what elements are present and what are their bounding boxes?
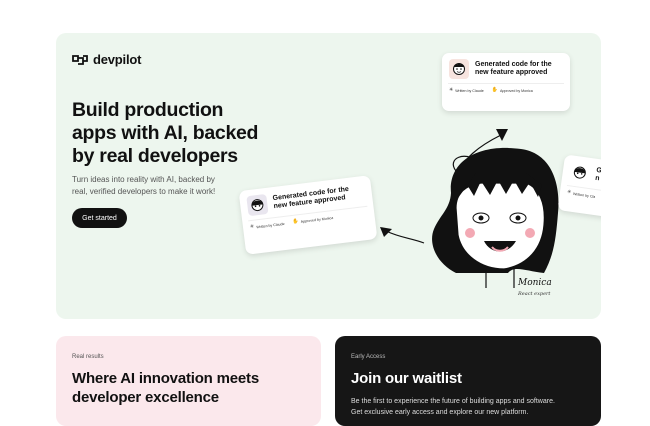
results-eyebrow: Real results	[72, 354, 104, 360]
waitlist-panel: Early Access Join our waitlist Be the fi…	[335, 336, 601, 426]
waitlist-heading: Join our waitlist	[351, 369, 462, 388]
avatar	[246, 193, 269, 217]
card-header: Generated code for the new feature appro…	[442, 53, 570, 83]
illustration-role: React expert	[518, 291, 551, 297]
hand-icon: ✋	[292, 218, 299, 225]
hero-section: devpilot Build production apps with AI, …	[56, 33, 601, 319]
sparkle-icon: ✳	[249, 223, 255, 231]
approval-card: G n ✳ Written by Cla	[557, 154, 601, 220]
illustration-signature: Monica	[518, 278, 552, 288]
face-icon	[453, 63, 465, 75]
approved-by: ✋ Approved by Monica	[292, 215, 334, 225]
results-heading-line: developer excellence	[72, 389, 219, 406]
face-icon	[573, 166, 586, 179]
waitlist-body-line: Be the first to experience the future of…	[351, 398, 555, 405]
hand-icon: ✋	[491, 87, 498, 93]
face-icon	[251, 199, 264, 212]
written-by: ✳ Written by Cla	[566, 189, 596, 199]
written-by: ✳ Written by Claude	[250, 221, 285, 230]
approval-card: Generated code for the new feature appro…	[442, 53, 570, 111]
written-by-label: Written by Claude	[455, 88, 484, 93]
approved-by-label: Approved by Monica	[499, 88, 533, 93]
results-heading: Where AI innovation meets developer exce…	[72, 369, 259, 407]
waitlist-eyebrow: Early Access	[351, 354, 386, 360]
results-panel: Real results Where AI innovation meets d…	[56, 336, 321, 426]
card-title-line: new feature approved	[475, 69, 548, 76]
sparkle-icon: ✳	[566, 189, 572, 196]
card-title: Generated code for the new feature appro…	[272, 185, 350, 211]
sparkle-icon: ✳	[449, 87, 454, 93]
waitlist-body-line: Get exclusive early access and explore o…	[351, 408, 529, 416]
card-title-line: Generated code for the	[475, 60, 552, 68]
results-heading-line: Where AI innovation meets	[72, 370, 259, 387]
written-by-label: Written by Cla	[572, 191, 596, 199]
approved-by: ✋ Approved by Monica	[492, 88, 533, 93]
card-title: G n	[595, 166, 601, 184]
avatar	[449, 59, 469, 79]
written-by: ✳ Written by Claude	[449, 88, 484, 93]
card-title-line: n	[594, 174, 600, 183]
approved-by-label: Approved by Monica	[300, 215, 334, 224]
card-meta: ✳ Written by Claude ✋ Approved by Monica	[442, 84, 570, 97]
waitlist-body: Be the first to experience the future of…	[351, 397, 555, 418]
waitlist-heading-text: Join our waitlist	[351, 370, 462, 387]
avatar	[568, 161, 592, 184]
card-title: Generated code for the new feature appro…	[475, 61, 552, 78]
written-by-label: Written by Claude	[256, 221, 285, 229]
